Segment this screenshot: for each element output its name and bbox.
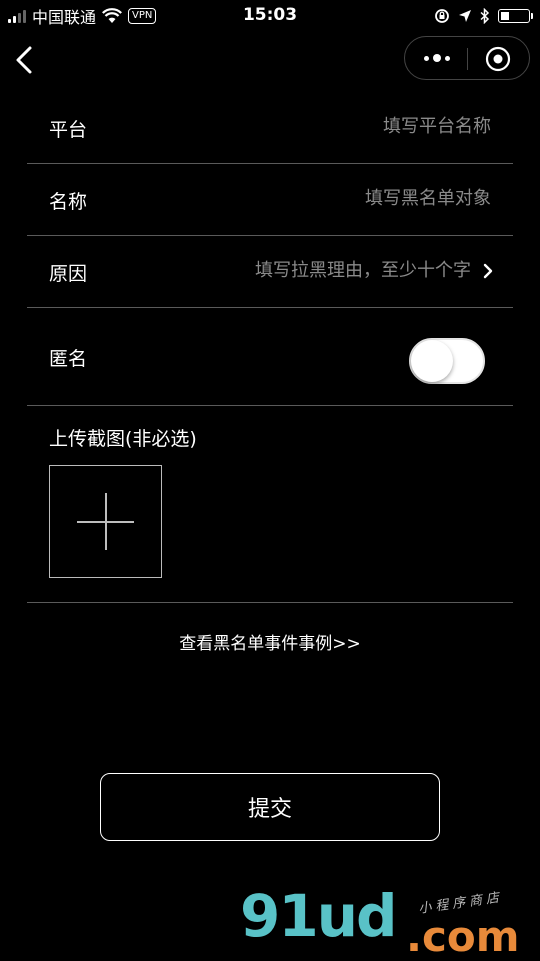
name-input[interactable] — [191, 188, 491, 209]
submit-button[interactable]: 提交 — [100, 773, 440, 841]
mini-program-capsule — [404, 36, 530, 80]
chevron-right-icon — [483, 263, 493, 279]
anonymous-label: 匿名 — [49, 348, 88, 370]
reason-placeholder[interactable]: 填写拉黑理由，至少十个字 — [255, 256, 471, 282]
more-dot-icon — [445, 55, 450, 61]
platform-input[interactable] — [191, 116, 491, 137]
view-examples-link[interactable]: 查看黑名单事件事例>> — [0, 629, 540, 654]
status-bar: 中国联通 VPN 15:03 — [0, 0, 540, 32]
watermark-domain: .com — [406, 912, 520, 961]
location-icon — [459, 10, 471, 22]
toggle-knob — [411, 340, 453, 382]
platform-label: 平台 — [49, 119, 88, 141]
more-menu-button[interactable] — [421, 48, 453, 68]
capsule-divider — [467, 48, 468, 70]
battery-icon — [498, 9, 533, 23]
plus-icon — [105, 493, 107, 550]
name-row: 名称 — [27, 164, 513, 236]
anonymous-row: 匿名 — [27, 308, 513, 406]
platform-row: 平台 — [27, 92, 513, 164]
watermark-text: 91ud — [240, 882, 398, 950]
bluetooth-icon — [480, 8, 490, 24]
anonymous-toggle[interactable] — [409, 338, 485, 384]
upload-screenshot-button[interactable] — [49, 465, 162, 578]
upload-title: 上传截图(非必选) — [49, 428, 197, 450]
close-mini-program-icon[interactable] — [485, 46, 511, 72]
watermark-logo: 91ud .com 小程序商店 — [240, 880, 540, 961]
reason-label: 原因 — [49, 263, 88, 285]
more-dot-icon — [433, 54, 441, 62]
back-icon[interactable] — [12, 44, 36, 76]
more-dot-icon — [424, 55, 429, 61]
name-label: 名称 — [49, 191, 88, 213]
rotation-lock-icon — [435, 9, 449, 23]
reason-row[interactable]: 原因 填写拉黑理由，至少十个字 — [27, 236, 513, 308]
upload-divider — [27, 602, 513, 603]
status-right — [434, 5, 533, 27]
